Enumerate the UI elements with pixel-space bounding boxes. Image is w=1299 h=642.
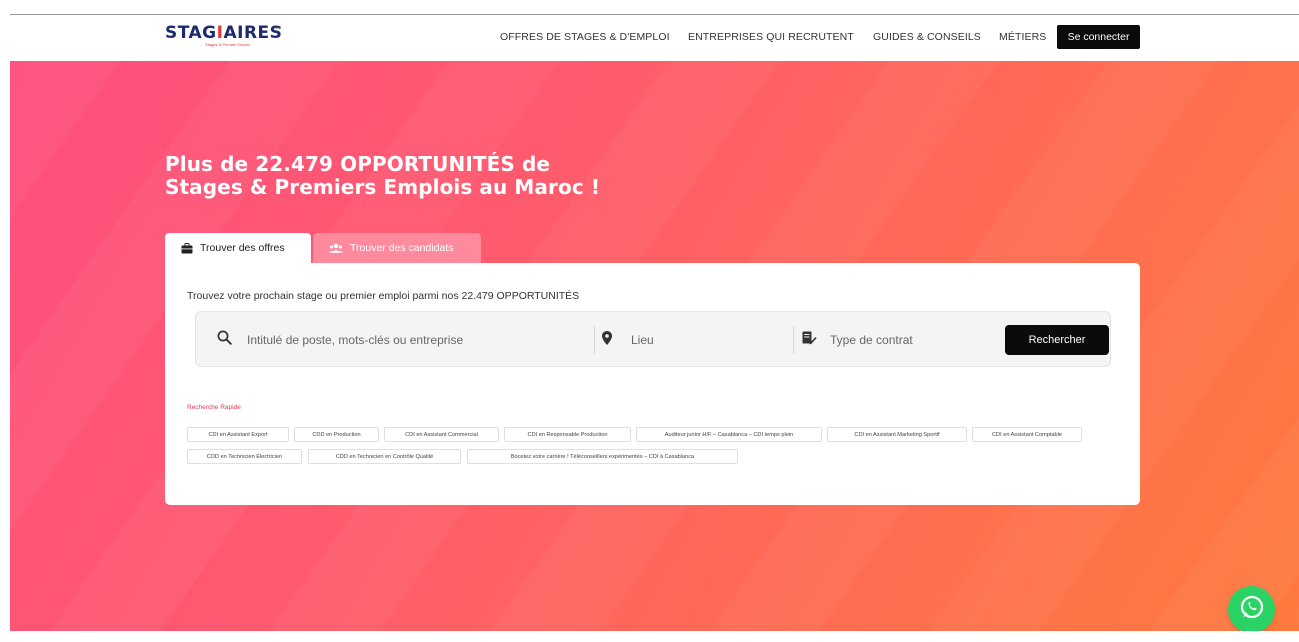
- hero-title-line-2: Stages & Premiers Emplois au Maroc !: [165, 175, 601, 199]
- search-icon: [217, 330, 232, 350]
- search-bar: Intitulé de poste, mots-clés ou entrepri…: [195, 311, 1111, 367]
- quick-search-chip[interactable]: CDI en Assistant Export: [187, 427, 289, 442]
- quick-search-chip[interactable]: Auditeur junior H/F – Casablanca – CDI t…: [636, 427, 822, 442]
- nav-item-companies[interactable]: ENTREPRISES QUI RECRUTENT: [688, 31, 854, 43]
- quick-search-chip[interactable]: Boostez votre carrière ! Téléconseillers…: [467, 449, 738, 464]
- search-card: Trouvez votre prochain stage ou premier …: [165, 263, 1140, 505]
- whatsapp-icon: [1239, 594, 1265, 625]
- quick-search-title: Recherche Rapide: [187, 404, 241, 411]
- logo-wordmark: STAGIAIRES: [165, 23, 283, 43]
- quick-search-chip[interactable]: CDI en Assistant Commercial: [384, 427, 499, 442]
- users-icon: [329, 243, 343, 254]
- contract-type-select[interactable]: Type de contrat: [830, 333, 913, 347]
- location-pin-icon: [602, 331, 612, 350]
- search-divider: [594, 326, 595, 354]
- quick-search-chip[interactable]: CDD en Production: [294, 427, 379, 442]
- search-button[interactable]: Rechercher: [1005, 325, 1109, 355]
- quick-search-chip[interactable]: CDI en Assistant Marketing Sportif: [827, 427, 967, 442]
- quick-search-chip[interactable]: CDD en Technicien Électricien: [187, 449, 302, 464]
- site-logo[interactable]: STAGIAIRES Stages & Premier Emploi .ma: [165, 25, 282, 51]
- search-intro-text: Trouvez votre prochain stage ou premier …: [187, 290, 580, 302]
- quick-search-chip[interactable]: CDI en Responsable Production: [504, 427, 631, 442]
- hero-title: Plus de 22.479 OPPORTUNITÉS de Stages & …: [165, 153, 600, 199]
- contract-icon: [802, 331, 817, 350]
- nav-item-offers[interactable]: OFFRES DE STAGES & D'EMPLOI: [500, 31, 670, 43]
- briefcase-icon: [181, 242, 193, 254]
- top-navbar: STAGIAIRES Stages & Premier Emploi .ma O…: [10, 15, 1299, 61]
- login-button[interactable]: Se connecter: [1057, 25, 1140, 49]
- search-divider: [793, 326, 794, 354]
- logo-tagline: Stages & Premier Emploi: [205, 42, 250, 47]
- nav-item-guides[interactable]: GUIDES & CONSEILS: [873, 31, 981, 43]
- hero-title-line-1: Plus de 22.479 OPPORTUNITÉS de: [165, 152, 551, 176]
- tab-find-candidates[interactable]: Trouver des candidats: [313, 233, 481, 263]
- location-input[interactable]: Lieu: [631, 333, 654, 347]
- keyword-input[interactable]: Intitulé de poste, mots-clés ou entrepri…: [247, 333, 463, 347]
- quick-search-chip[interactable]: CDI en Assistant Comptable: [972, 427, 1082, 442]
- search-tabs: Trouver des offres Trouver des candidats: [165, 233, 481, 263]
- hero-section: Plus de 22.479 OPPORTUNITÉS de Stages & …: [10, 61, 1299, 631]
- whatsapp-chat-button[interactable]: [1228, 586, 1275, 633]
- logo-badge: .ma: [273, 25, 282, 31]
- tab-find-offers-label: Trouver des offres: [200, 242, 285, 254]
- nav-item-jobs[interactable]: MÉTIERS: [999, 31, 1046, 43]
- tab-find-candidates-label: Trouver des candidats: [350, 242, 454, 254]
- tab-find-offers[interactable]: Trouver des offres: [165, 233, 311, 263]
- page-bottom: [0, 631, 1299, 642]
- quick-search-chip[interactable]: CDD en Technicien en Contrôle Qualité: [308, 449, 461, 464]
